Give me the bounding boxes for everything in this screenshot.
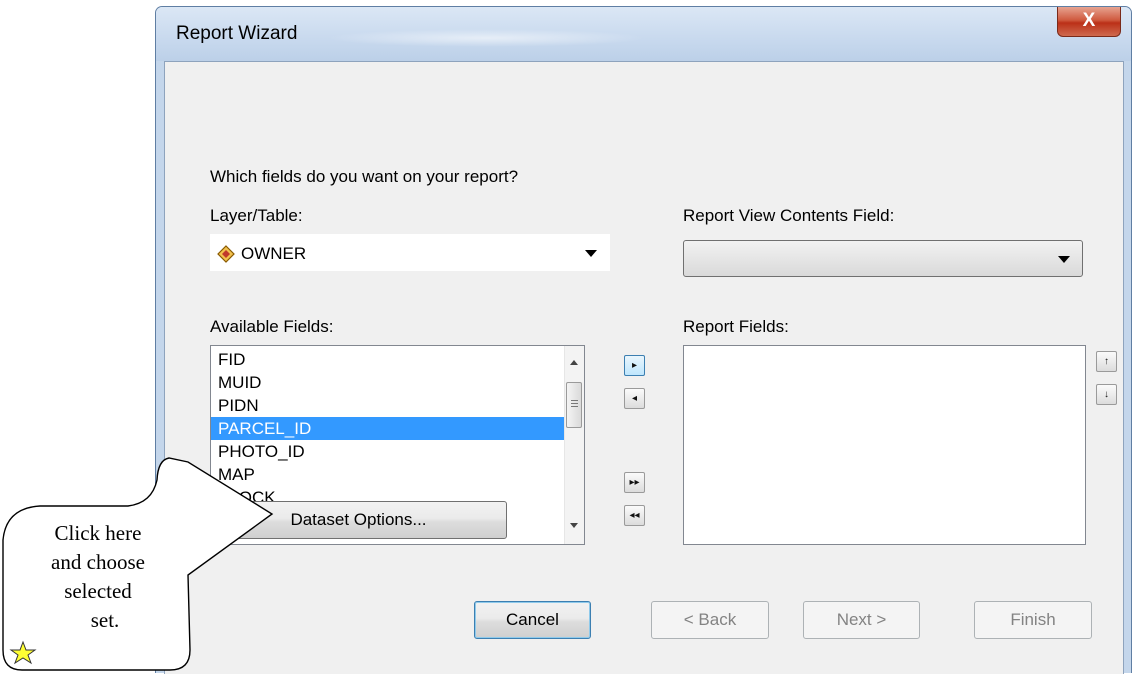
callout-line: and choose [51,550,145,574]
close-button[interactable]: X [1057,7,1121,37]
callout-line: Click here [54,521,142,545]
callout-line: set. [90,608,120,632]
grip-line [571,403,578,404]
next-button[interactable]: Next > [803,601,920,639]
add-all-fields-button[interactable]: ▸▸ [624,472,645,493]
cancel-button[interactable]: Cancel [474,601,591,639]
scroll-up-icon[interactable] [570,360,578,365]
title-bar[interactable]: Report Wizard X [156,7,1131,61]
chevron-down-icon [585,250,597,257]
scroll-down-icon[interactable] [570,523,578,528]
grip-line [571,400,578,401]
callout-line: selected [64,579,132,603]
list-item[interactable]: PIDN [211,394,566,417]
layer-diamond-icon [217,245,235,263]
list-item[interactable]: MAP [211,463,566,486]
move-down-button[interactable]: ↓ [1096,384,1117,405]
chevron-down-icon [1058,256,1070,263]
wizard-body: Which fields do you want on your report?… [164,61,1124,674]
vertical-scrollbar[interactable] [564,346,584,544]
report-wizard-window: Report Wizard X Which fields do you want… [155,6,1132,674]
finish-button[interactable]: Finish [974,601,1092,639]
dataset-options-button[interactable]: Dataset Options... [210,501,507,539]
question-label: Which fields do you want on your report? [210,167,519,186]
list-item[interactable]: PHOTO_ID [211,440,566,463]
callout-text: Click here and choose selected set. [8,519,188,635]
add-field-button[interactable]: ▸ [624,355,645,376]
list-item[interactable]: PARCEL_ID [211,417,566,440]
star-icon [9,640,37,665]
back-button[interactable]: < Back [651,601,769,639]
scroll-thumb[interactable] [566,382,582,428]
window-title: Report Wizard [176,23,298,44]
report-view-label: Report View Contents Field: [683,206,895,225]
grip-line [571,406,578,407]
report-view-dropdown[interactable] [683,240,1083,277]
available-fields-label: Available Fields: [210,317,334,336]
remove-field-button[interactable]: ◂ [624,388,645,409]
layer-table-dropdown[interactable]: OWNER [210,234,610,271]
list-item[interactable]: FID [211,348,566,371]
layer-table-value: OWNER [241,244,307,263]
remove-all-fields-button[interactable]: ◂◂ [624,505,645,526]
report-fields-list[interactable] [683,345,1086,545]
layer-table-label: Layer/Table: [210,206,303,225]
move-up-button[interactable]: ↑ [1096,351,1117,372]
title-glow [326,29,646,47]
report-fields-label: Report Fields: [683,317,789,336]
list-item[interactable]: MUID [211,371,566,394]
